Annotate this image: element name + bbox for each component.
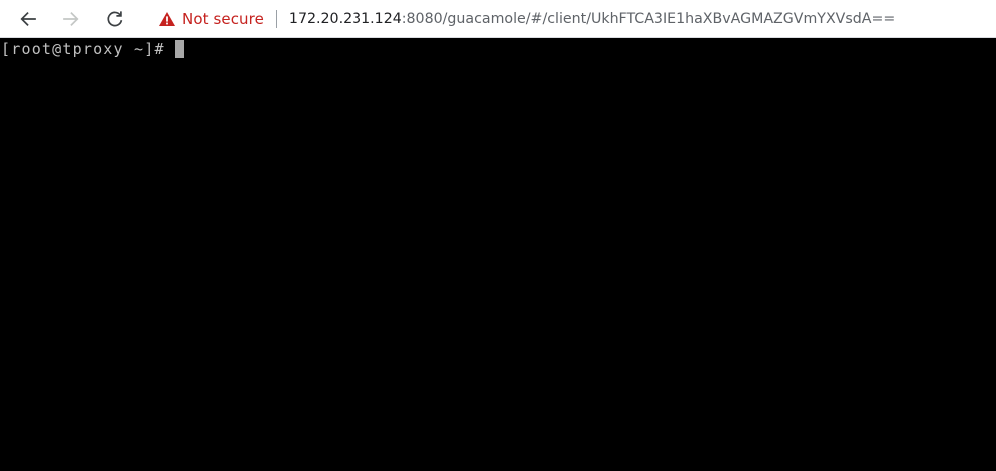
forward-button[interactable] xyxy=(56,4,86,34)
security-label: Not secure xyxy=(182,10,264,28)
arrow-left-icon xyxy=(18,9,38,29)
arrow-right-icon xyxy=(61,9,81,29)
terminal-prompt: [root@tproxy ~]# xyxy=(1,39,165,58)
reload-icon xyxy=(105,9,125,29)
url-path: :8080/guacamole/#/client/UkhFTCA3IE1haXB… xyxy=(401,11,896,27)
address-bar[interactable]: Not secure 172.20.231.124:8080/guacamole… xyxy=(144,4,996,34)
terminal-cursor xyxy=(174,39,184,58)
back-button[interactable] xyxy=(13,4,43,34)
omnibox-divider xyxy=(275,10,277,28)
security-indicator[interactable]: Not secure xyxy=(144,4,264,34)
url-text[interactable]: 172.20.231.124:8080/guacamole/#/client/U… xyxy=(289,11,895,27)
warning-triangle-icon xyxy=(158,10,176,28)
remote-terminal[interactable]: [root@tproxy ~]# xyxy=(0,39,996,471)
url-host: 172.20.231.124 xyxy=(288,11,402,27)
browser-toolbar: Not secure 172.20.231.124:8080/guacamole… xyxy=(0,0,996,38)
terminal-prompt-line: [root@tproxy ~]# xyxy=(1,39,184,58)
reload-button[interactable] xyxy=(100,4,130,34)
